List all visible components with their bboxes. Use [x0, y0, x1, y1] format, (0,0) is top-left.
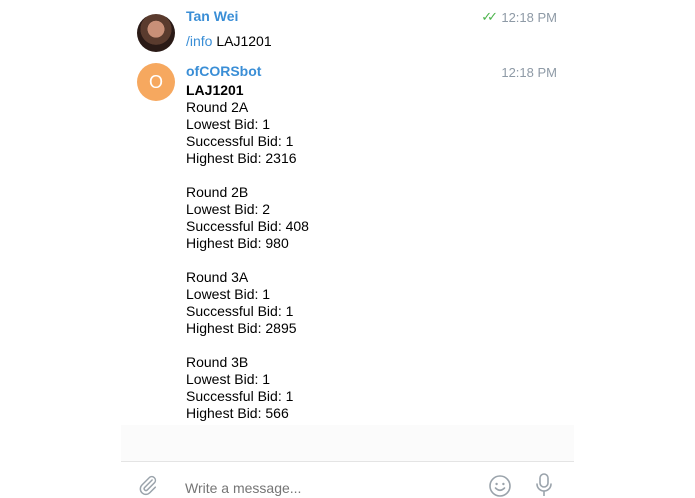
avatar[interactable] [137, 14, 175, 52]
round-block: Round 2A Lowest Bid: 1 Successful Bid: 1… [186, 99, 309, 167]
sender-name[interactable]: Tan Wei [186, 8, 238, 24]
sender-name[interactable]: ofCORSbot [186, 63, 261, 79]
round-name: Round 2A [186, 99, 249, 115]
round-name: Round 3A [186, 269, 249, 285]
command-argument: LAJ1201 [216, 33, 272, 49]
avatar-letter: O [148, 71, 163, 92]
round-block: Round 2B Lowest Bid: 2 Successful Bid: 4… [186, 184, 309, 252]
scroll-fade [121, 425, 574, 461]
successful-bid: Successful Bid: 1 [186, 133, 294, 149]
message-ofcorsbot: O ofCORSbot 12:18 PM LAJ1201 Round 2A Lo… [137, 63, 557, 423]
message-time: 12:18 PM [501, 10, 557, 25]
avatar[interactable]: O [137, 63, 175, 101]
highest-bid: Highest Bid: 2895 [186, 320, 297, 336]
round-name: Round 3B [186, 354, 249, 370]
lowest-bid: Lowest Bid: 2 [186, 201, 271, 217]
message-composer [121, 462, 574, 497]
highest-bid: Highest Bid: 566 [186, 405, 289, 421]
highest-bid: Highest Bid: 980 [186, 235, 289, 251]
read-check-icon: ✓✓ [481, 9, 498, 24]
microphone-icon[interactable] [534, 472, 554, 498]
lowest-bid: Lowest Bid: 1 [186, 116, 271, 132]
successful-bid: Successful Bid: 408 [186, 218, 309, 234]
message-tan-wei: Tan Wei ✓✓ 12:18 PM /info LAJ1201 [137, 8, 557, 54]
round-block: Round 3A Lowest Bid: 1 Successful Bid: 1… [186, 269, 309, 337]
highest-bid: Highest Bid: 2316 [186, 150, 297, 166]
message-time: 12:18 PM [501, 65, 557, 80]
message-text: /info LAJ1201 [186, 33, 272, 50]
successful-bid: Successful Bid: 1 [186, 388, 294, 404]
emoji-icon[interactable] [488, 474, 512, 498]
message-text: LAJ1201 Round 2A Lowest Bid: 1 Successfu… [186, 82, 309, 422]
round-name: Round 2B [186, 184, 249, 200]
successful-bid: Successful Bid: 1 [186, 303, 294, 319]
course-code: LAJ1201 [186, 82, 244, 98]
bot-command-link[interactable]: /info [186, 33, 212, 49]
round-block: Round 3B Lowest Bid: 1 Successful Bid: 1… [186, 354, 309, 422]
lowest-bid: Lowest Bid: 1 [186, 371, 271, 387]
lowest-bid: Lowest Bid: 1 [186, 286, 271, 302]
paperclip-icon[interactable] [137, 474, 159, 496]
